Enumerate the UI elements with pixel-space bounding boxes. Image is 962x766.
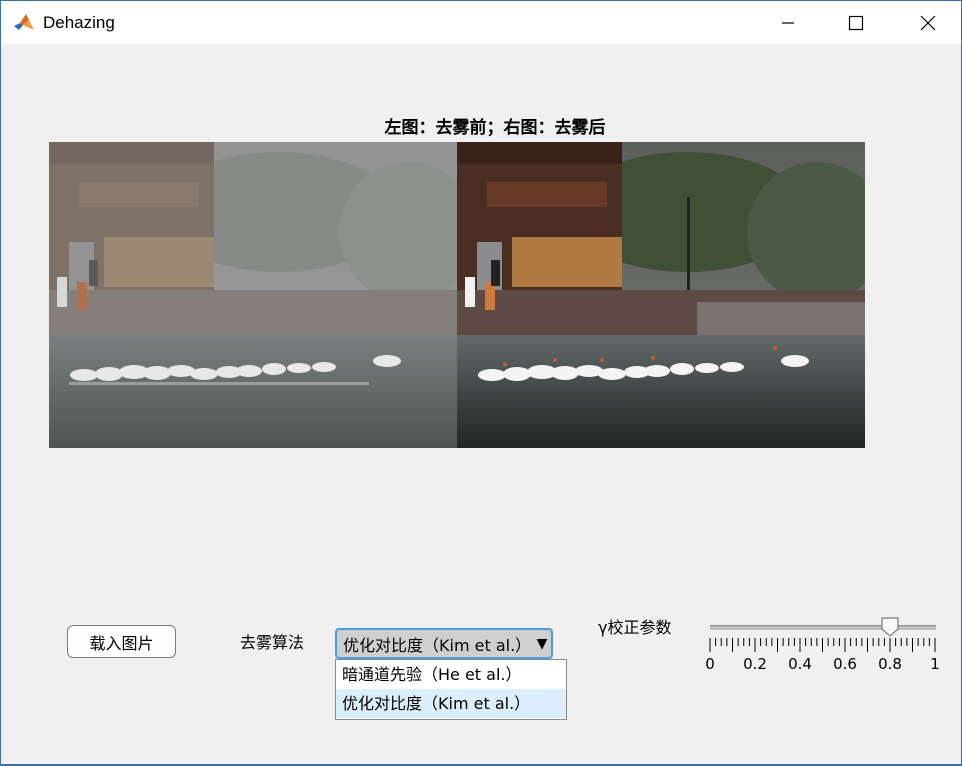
gamma-tick-label: 0.4 [788,655,812,673]
algorithm-option-optimized-contrast[interactable]: 优化对比度（Kim et al.） [336,689,566,718]
close-icon [920,15,936,30]
gamma-slider-ticks [709,638,936,652]
gamma-label: γ校正参数 [598,618,672,637]
window-title: Dehazing [43,13,115,32]
minimize-icon [782,21,794,24]
gamma-tick-label: 0.2 [743,655,767,673]
gamma-tick-label: 0.8 [878,655,902,673]
algorithm-dropdown[interactable]: 优化对比度（Kim et al.） ▼ [335,628,553,659]
algorithm-options-list: 暗通道先验（He et al.） 优化对比度（Kim et al.） [335,659,567,720]
dropdown-arrow-icon: ▼ [536,635,548,652]
maximize-button[interactable] [833,1,879,44]
figure-title: 左图：去雾前；右图：去雾后 [384,118,606,138]
gamma-tick-label: 1 [930,655,940,673]
algorithm-selected-value: 优化对比度（Kim et al.） [343,635,532,655]
matlab-icon [13,12,35,34]
load-image-button[interactable]: 载入图片 [67,625,176,658]
close-button[interactable] [905,1,951,44]
gamma-tick-label: 0.6 [833,655,857,673]
maximize-icon [848,15,864,30]
gamma-tick-label: 0 [705,655,715,673]
title-bar[interactable]: Dehazing [1,1,961,44]
before-dehazing-image [49,142,457,448]
algorithm-label: 去雾算法 [240,633,305,652]
minimize-button[interactable] [765,1,811,44]
gamma-slider-track[interactable] [710,625,936,630]
after-dehazing-image [457,142,865,448]
gamma-slider-thumb[interactable] [880,617,900,637]
algorithm-option-dark-channel[interactable]: 暗通道先验（He et al.） [336,660,566,689]
